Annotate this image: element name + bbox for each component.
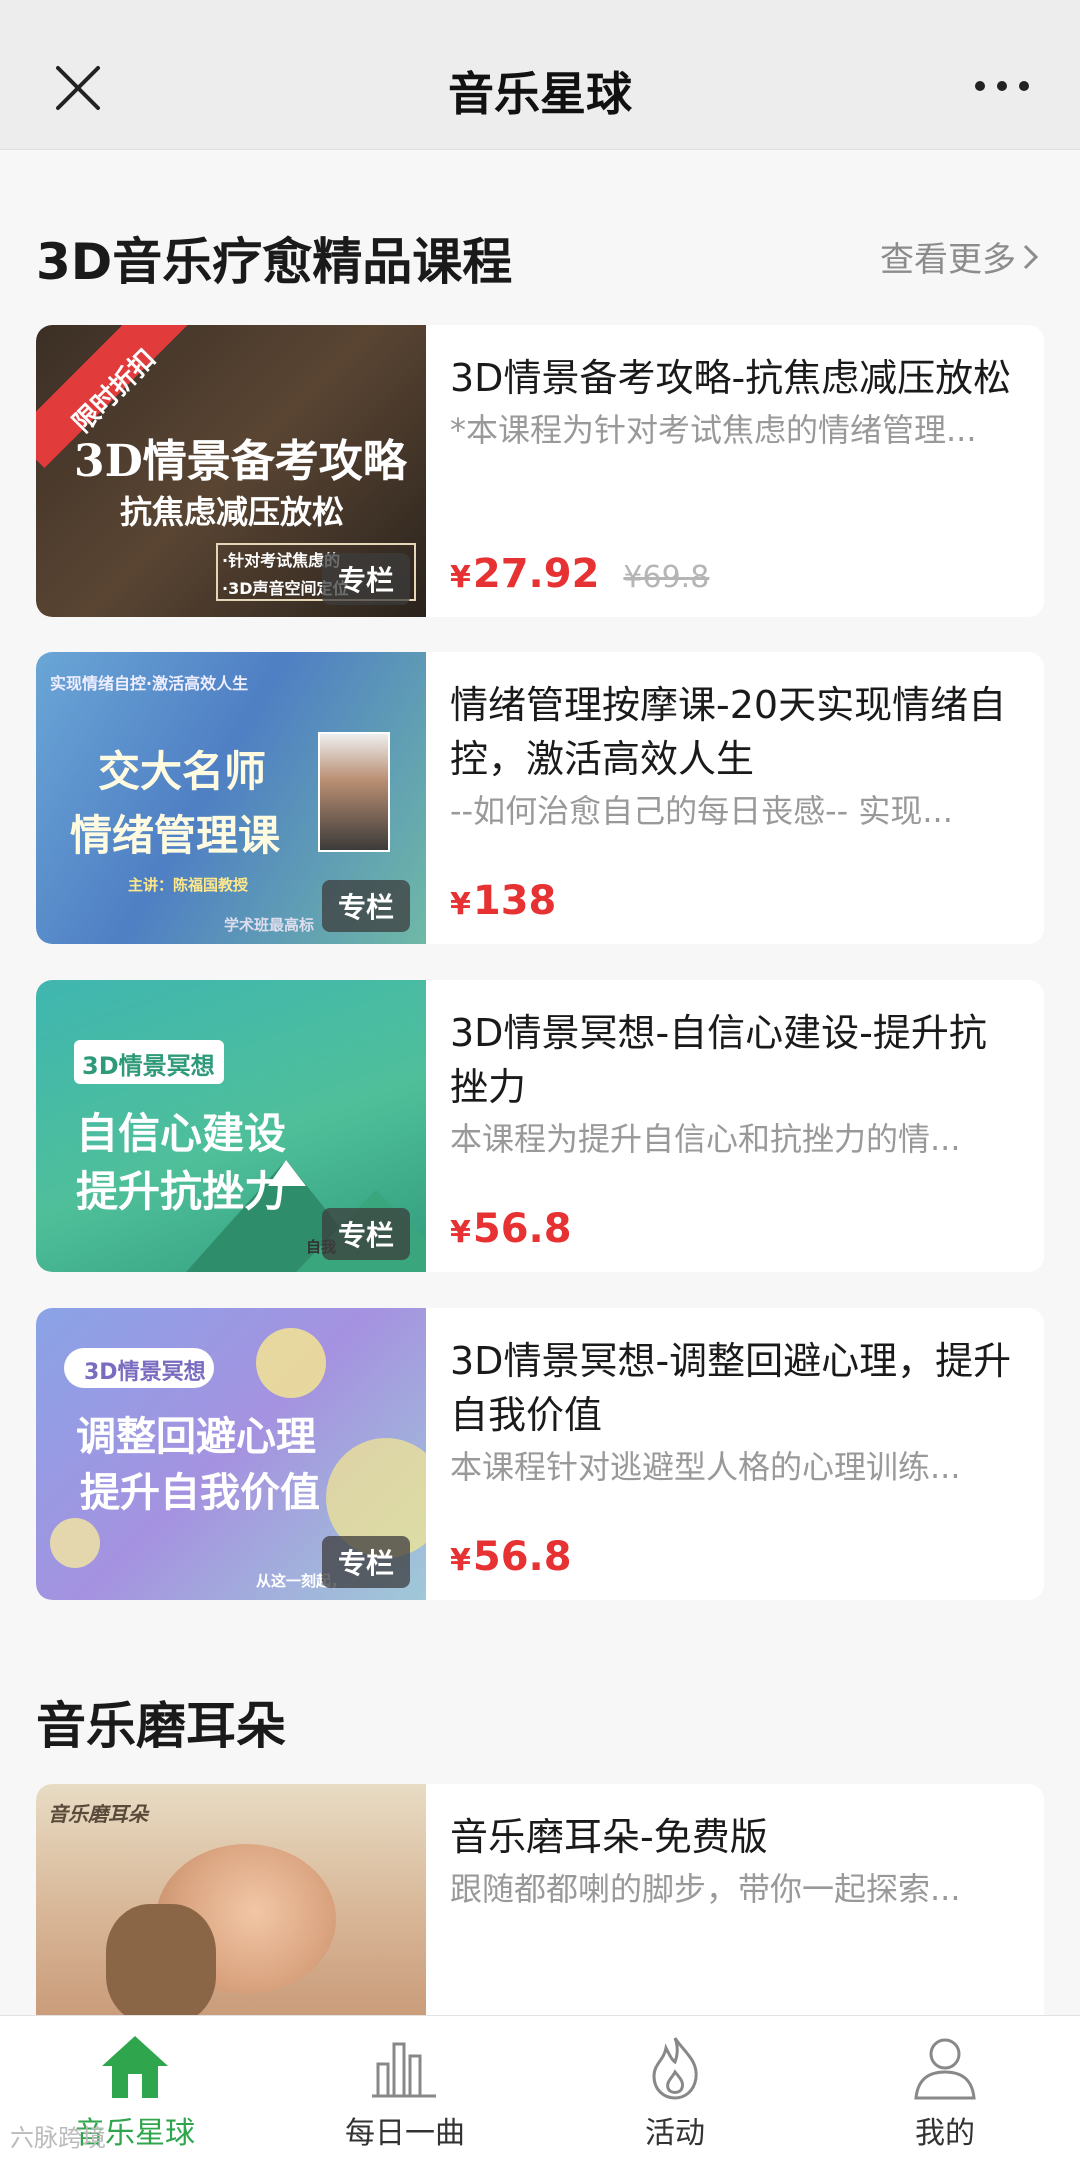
tab-label: 活动	[645, 2116, 705, 2151]
thumb-sub-text: 抗焦虑减压放松	[120, 493, 345, 531]
thumb-main-text: 调整回避心理	[76, 1413, 316, 1460]
course-desc: --如何治愈自己的每日丧感-- 实现...	[450, 792, 953, 830]
original-price: ¥69.8	[623, 560, 710, 595]
section-header-courses: 3D音乐疗愈精品课程 查看更多	[36, 222, 1040, 302]
watermark: 六脉跨境	[10, 2124, 106, 2152]
course-thumbnail: 限时折扣 3D情景备考攻略 抗焦虑减压放松 ·针对考试焦虑的 ·3D声音空间定位…	[36, 325, 426, 617]
thumb-sub-text: 情绪管理课	[70, 811, 281, 860]
thumb-sub-text: 提升自我价值	[80, 1469, 320, 1516]
course-price: ¥138	[450, 878, 557, 924]
column-badge: 专栏	[321, 1208, 410, 1260]
tab-daily-song[interactable]: 每日一曲	[270, 2016, 540, 2161]
course-title: 情绪管理按摩课-20天实现情绪自控，激活高效人生	[450, 683, 1007, 781]
section-header-ear-training: 音乐磨耳朵	[36, 1686, 1040, 1766]
course-card[interactable]: 音乐磨耳朵 音乐磨耳朵-免费版 跟随都都喇的脚步，带你一起探索...	[36, 1784, 1044, 2024]
course-desc: 本课程为提升自信心和抗挫力的情...	[450, 1120, 961, 1158]
course-thumbnail: 音乐磨耳朵	[36, 1784, 426, 2024]
see-more-label: 查看更多	[880, 240, 1016, 280]
bars-icon	[372, 2042, 436, 2098]
section-title: 音乐磨耳朵	[36, 1697, 286, 1755]
tab-profile[interactable]: 我的	[810, 2016, 1080, 2161]
thumb-main-text: 3D情景备考攻略	[74, 436, 407, 487]
course-title: 3D情景冥想-调整回避心理，提升自我价值	[450, 1339, 1012, 1437]
thumb-main-text: 交大名师	[98, 747, 267, 796]
course-thumbnail: 3D情景冥想 自信心建设 提升抗挫力 自我 专栏	[36, 980, 426, 1272]
course-title: 音乐磨耳朵-免费版	[450, 1815, 768, 1859]
tab-label: 我的	[915, 2116, 975, 2151]
more-icon[interactable]	[972, 78, 1032, 94]
tab-label: 每日一曲	[345, 2116, 465, 2151]
section-title: 3D音乐疗愈精品课程	[36, 233, 513, 291]
course-desc: 跟随都都喇的脚步，带你一起探索...	[450, 1870, 961, 1908]
bottom-tab-bar: 音乐星球 每日一曲 活动 我的	[0, 2015, 1080, 2161]
thumb-label: 3D情景冥想	[84, 1360, 206, 1385]
course-thumbnail: 实现情绪自控·激活高效人生 交大名师 情绪管理课 主讲：陈福国教授 学术班最高标…	[36, 652, 426, 944]
user-icon	[914, 2038, 976, 2100]
thumb-label: 3D情景冥想	[82, 1052, 215, 1080]
thumb-note: 主讲：陈福国教授	[128, 876, 249, 894]
chevron-right-icon	[1023, 244, 1039, 269]
course-card[interactable]: 3D情景冥想 自信心建设 提升抗挫力 自我 专栏 3D情景冥想-自信心建设-提升…	[36, 980, 1044, 1272]
thumb-top-text: 实现情绪自控·激活高效人生	[50, 674, 249, 693]
course-title: 3D情景备考攻略-抗焦虑减压放松	[450, 356, 1012, 400]
course-desc: 本课程针对逃避型人格的心理训练...	[450, 1448, 961, 1486]
column-badge: 专栏	[321, 880, 410, 932]
course-card[interactable]: 限时折扣 3D情景备考攻略 抗焦虑减压放松 ·针对考试焦虑的 ·3D声音空间定位…	[36, 325, 1044, 617]
course-title: 3D情景冥想-自信心建设-提升抗挫力	[450, 1011, 987, 1109]
flame-icon	[652, 2037, 698, 2100]
course-card[interactable]: 3D情景冥想 调整回避心理 提升自我价值 从这一刻起， 专栏 3D情景冥想-调整…	[36, 1308, 1044, 1600]
thumb-note: 学术班最高标	[224, 916, 315, 934]
page-title: 音乐星球	[448, 67, 632, 121]
home-icon	[102, 2036, 168, 2098]
see-more-link[interactable]: 查看更多	[880, 232, 1040, 281]
column-badge: 专栏	[321, 1536, 410, 1588]
course-price: ¥27.92	[450, 551, 600, 597]
title-bar: 音乐星球	[0, 0, 1080, 150]
course-thumbnail: 3D情景冥想 调整回避心理 提升自我价值 从这一刻起， 专栏	[36, 1308, 426, 1600]
teddy-bear	[106, 1904, 216, 2024]
thumb-sub-text: 提升抗挫力	[76, 1167, 287, 1216]
column-badge: 专栏	[321, 553, 410, 605]
course-price: ¥56.8	[450, 1534, 572, 1580]
thumb-label: 音乐磨耳朵	[48, 1802, 148, 1826]
course-card[interactable]: 实现情绪自控·激活高效人生 交大名师 情绪管理课 主讲：陈福国教授 学术班最高标…	[36, 652, 1044, 944]
course-desc: *本课程为针对考试焦虑的情绪管理...	[450, 411, 977, 449]
thumb-main-text: 自信心建设	[76, 1109, 287, 1158]
instructor-photo	[318, 732, 390, 852]
course-price: ¥56.8	[450, 1206, 572, 1252]
tab-activities[interactable]: 活动	[540, 2016, 810, 2161]
